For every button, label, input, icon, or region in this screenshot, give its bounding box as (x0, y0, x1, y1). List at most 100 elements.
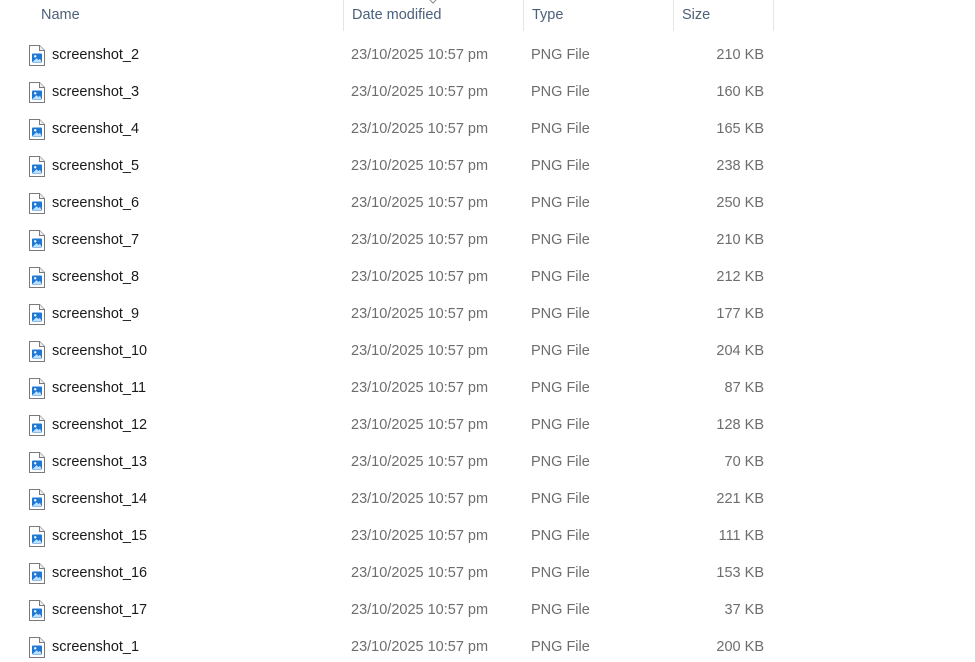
png-image-file-icon (29, 341, 45, 362)
file-size: 210 KB (716, 232, 764, 248)
file-name: screenshot_13 (52, 454, 148, 470)
png-image-file-icon (29, 637, 45, 658)
file-type: PNG File (531, 158, 590, 174)
file-date-modified: 23/10/2025 10:57 pm (351, 47, 489, 63)
file-date-modified: 23/10/2025 10:57 pm (351, 232, 489, 248)
file-row[interactable]: screenshot_4 23/10/2025 10:57 pm PNG Fil… (0, 111, 975, 148)
file-type: PNG File (531, 491, 590, 507)
png-image-file-icon (29, 230, 45, 251)
file-size: 70 KB (724, 454, 765, 470)
column-header-name[interactable]: Name (33, 0, 344, 31)
file-type: PNG File (531, 306, 590, 322)
png-image-file-icon (29, 452, 45, 473)
column-header-row: Name Date modified Type Size (0, 0, 975, 31)
file-size: 160 KB (716, 84, 764, 100)
file-row[interactable]: screenshot_7 23/10/2025 10:57 pm PNG Fil… (0, 222, 975, 259)
file-date-modified: 23/10/2025 10:57 pm (351, 454, 489, 470)
file-date-modified: 23/10/2025 10:57 pm (351, 565, 489, 581)
file-type: PNG File (531, 565, 590, 581)
file-type: PNG File (531, 269, 590, 285)
png-image-file-icon (29, 600, 45, 621)
file-size: 111 KB (718, 528, 764, 544)
file-type: PNG File (531, 380, 590, 396)
png-image-file-icon (29, 489, 45, 510)
file-name: screenshot_9 (52, 306, 140, 322)
file-type: PNG File (531, 121, 590, 137)
file-row[interactable]: screenshot_2 23/10/2025 10:57 pm PNG Fil… (0, 37, 975, 74)
file-row[interactable]: screenshot_5 23/10/2025 10:57 pm PNG Fil… (0, 148, 975, 185)
file-size: 200 KB (716, 639, 764, 655)
file-row[interactable]: screenshot_15 23/10/2025 10:57 pm PNG Fi… (0, 518, 975, 555)
png-image-file-icon (29, 378, 45, 399)
file-size: 250 KB (716, 195, 764, 211)
file-date-modified: 23/10/2025 10:57 pm (351, 639, 489, 655)
file-row[interactable]: screenshot_9 23/10/2025 10:57 pm PNG Fil… (0, 296, 975, 333)
file-type: PNG File (531, 528, 590, 544)
file-size: 153 KB (716, 565, 764, 581)
file-type: PNG File (531, 343, 590, 359)
file-name: screenshot_5 (52, 158, 140, 174)
file-date-modified: 23/10/2025 10:57 pm (351, 343, 489, 359)
png-image-file-icon (29, 563, 45, 584)
file-date-modified: 23/10/2025 10:57 pm (351, 306, 489, 322)
file-type: PNG File (531, 232, 590, 248)
file-name: screenshot_12 (52, 417, 148, 433)
png-image-file-icon (29, 304, 45, 325)
file-type: PNG File (531, 195, 590, 211)
file-name: screenshot_15 (52, 528, 148, 544)
file-row[interactable]: screenshot_14 23/10/2025 10:57 pm PNG Fi… (0, 481, 975, 518)
file-size: 87 KB (724, 380, 765, 396)
file-row[interactable]: screenshot_3 23/10/2025 10:57 pm PNG Fil… (0, 74, 975, 111)
file-name: screenshot_11 (52, 380, 147, 396)
png-image-file-icon (29, 156, 45, 177)
file-name: screenshot_10 (52, 343, 148, 359)
file-name: screenshot_1 (52, 639, 140, 655)
file-row[interactable]: screenshot_13 23/10/2025 10:57 pm PNG Fi… (0, 444, 975, 481)
file-name: screenshot_3 (52, 84, 140, 100)
file-size: 204 KB (716, 343, 764, 359)
file-rows: screenshot_2 23/10/2025 10:57 pm PNG Fil… (0, 37, 975, 662)
file-row[interactable]: screenshot_8 23/10/2025 10:57 pm PNG Fil… (0, 259, 975, 296)
column-header-type[interactable]: Type (523, 0, 673, 31)
file-row[interactable]: screenshot_11 23/10/2025 10:57 pm PNG Fi… (0, 370, 975, 407)
png-image-file-icon (29, 193, 45, 214)
file-name: screenshot_16 (52, 565, 148, 581)
file-date-modified: 23/10/2025 10:57 pm (351, 417, 489, 433)
file-row[interactable]: screenshot_1 23/10/2025 10:57 pm PNG Fil… (0, 629, 975, 662)
file-date-modified: 23/10/2025 10:57 pm (351, 195, 489, 211)
file-row[interactable]: screenshot_17 23/10/2025 10:57 pm PNG Fi… (0, 592, 975, 629)
file-size: 37 KB (724, 602, 765, 618)
file-row[interactable]: screenshot_6 23/10/2025 10:57 pm PNG Fil… (0, 185, 975, 222)
png-image-file-icon (29, 415, 45, 436)
file-row[interactable]: screenshot_12 23/10/2025 10:57 pm PNG Fi… (0, 407, 975, 444)
png-image-file-icon (29, 82, 45, 103)
file-size: 177 KB (716, 306, 764, 322)
file-size: 212 KB (716, 269, 764, 285)
png-image-file-icon (29, 526, 45, 547)
png-image-file-icon (29, 267, 45, 288)
file-list-view: Name Date modified Type Size screenshot_… (0, 0, 975, 662)
file-row[interactable]: screenshot_16 23/10/2025 10:57 pm PNG Fi… (0, 555, 975, 592)
png-image-file-icon (29, 119, 45, 140)
chevron-down-icon (429, 0, 437, 4)
file-name: screenshot_2 (52, 47, 140, 63)
file-type: PNG File (531, 84, 590, 100)
file-size: 238 KB (716, 158, 764, 174)
file-date-modified: 23/10/2025 10:57 pm (351, 84, 489, 100)
file-date-modified: 23/10/2025 10:57 pm (351, 121, 489, 137)
file-name: screenshot_8 (52, 269, 140, 285)
file-name: screenshot_14 (52, 491, 148, 507)
png-image-file-icon (29, 45, 45, 66)
file-type: PNG File (531, 454, 590, 470)
file-size: 128 KB (716, 417, 764, 433)
column-header-size[interactable]: Size (673, 0, 774, 31)
file-type: PNG File (531, 417, 590, 433)
file-name: screenshot_6 (52, 195, 140, 211)
file-type: PNG File (531, 47, 590, 63)
file-date-modified: 23/10/2025 10:57 pm (351, 158, 489, 174)
file-date-modified: 23/10/2025 10:57 pm (351, 602, 489, 618)
file-name: screenshot_4 (52, 121, 140, 137)
file-date-modified: 23/10/2025 10:57 pm (351, 269, 489, 285)
file-type: PNG File (531, 639, 590, 655)
file-row[interactable]: screenshot_10 23/10/2025 10:57 pm PNG Fi… (0, 333, 975, 370)
